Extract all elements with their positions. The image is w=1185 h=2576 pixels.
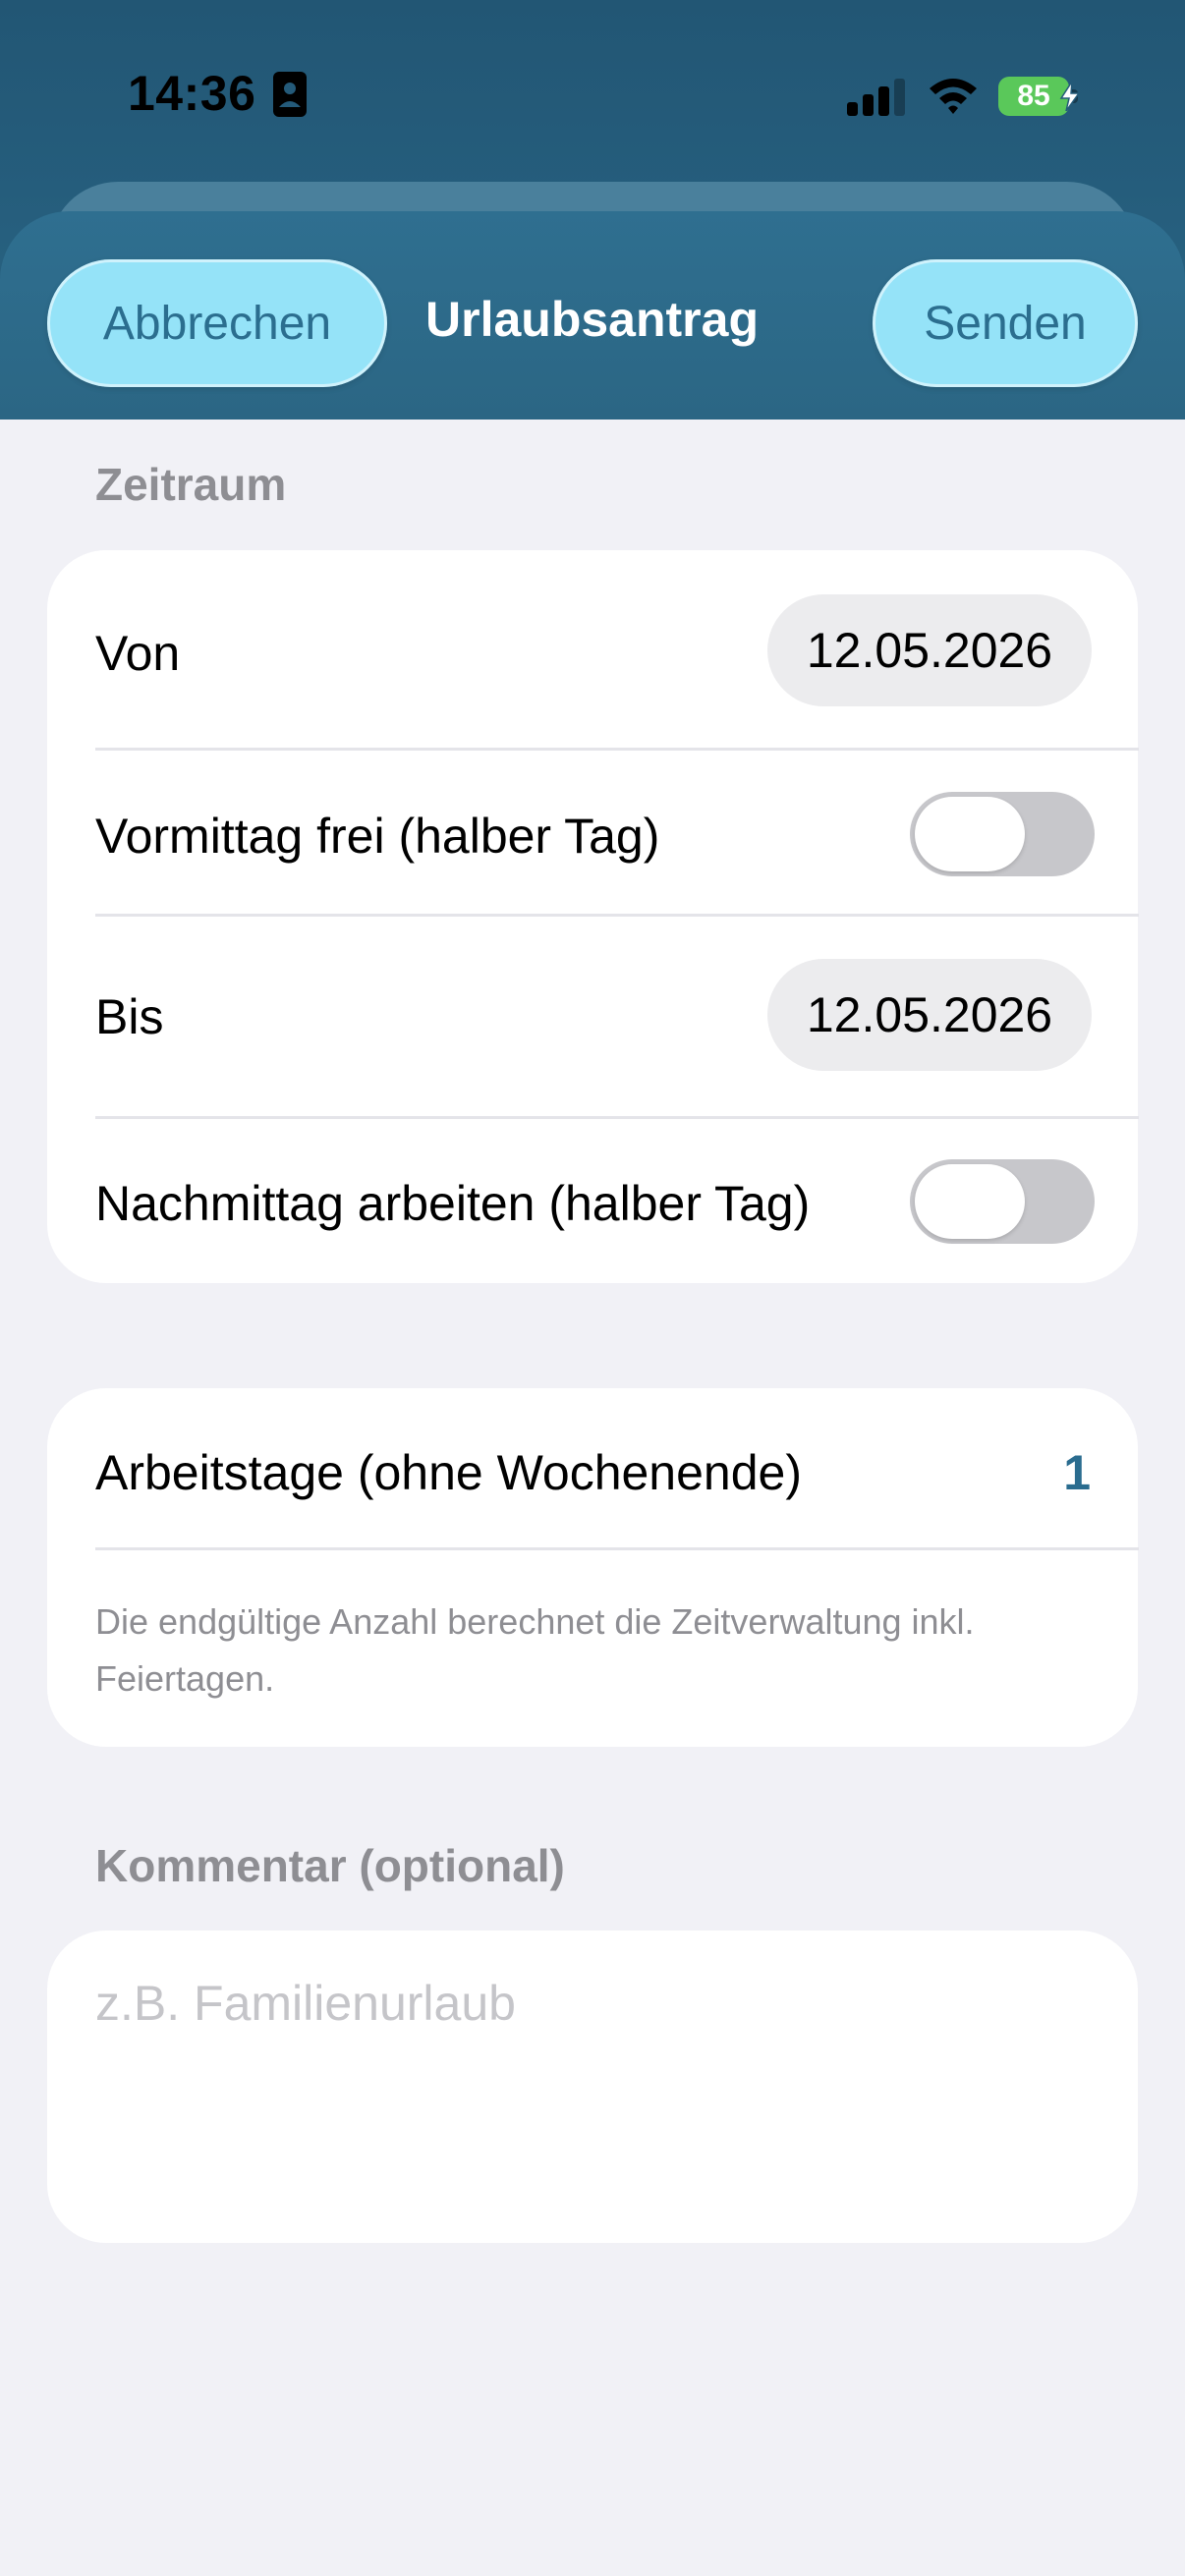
send-button[interactable]: Senden	[873, 259, 1138, 387]
from-label: Von	[95, 626, 181, 681]
comment-textarea[interactable]	[95, 1975, 1088, 2211]
toggle-knob	[915, 797, 1025, 871]
to-row: Bis 12.05.2026	[47, 917, 1138, 1116]
morning-off-toggle[interactable]	[910, 792, 1095, 876]
period-card: Von 12.05.2026 Vormittag frei (halber Ta…	[47, 550, 1139, 1283]
from-date-picker[interactable]: 12.05.2026	[767, 594, 1092, 706]
charging-bolt-icon	[1059, 82, 1081, 111]
workdays-count: 1	[1063, 1445, 1091, 1500]
header: 14:36 85 Abbrechen Urlaubsantrag Senden	[0, 0, 1185, 420]
page-title: Urlaubsantrag	[425, 292, 759, 347]
afternoon-work-row: Nachmittag arbeiten (halber Tag)	[47, 1119, 1138, 1283]
afternoon-work-label: Nachmittag arbeiten (halber Tag)	[95, 1176, 811, 1231]
morning-off-row: Vormittag frei (halber Tag)	[47, 751, 1138, 916]
status-time: 14:36	[128, 66, 256, 121]
period-section-title: Zeitraum	[95, 459, 287, 510]
toggle-knob	[915, 1164, 1025, 1239]
morning-off-label: Vormittag frei (halber Tag)	[95, 809, 660, 864]
to-date-picker[interactable]: 12.05.2026	[767, 959, 1092, 1071]
id-card-icon	[273, 72, 307, 117]
workdays-footnote: Die endgültige Anzahl berechnet die Zeit…	[95, 1601, 975, 1699]
cancel-button[interactable]: Abbrechen	[47, 259, 387, 387]
vacation-request-screen: 14:36 85 Abbrechen Urlaubsantrag Senden	[0, 0, 1185, 2576]
afternoon-work-toggle[interactable]	[910, 1159, 1095, 1244]
comment-section-title: Kommentar (optional)	[95, 1840, 565, 1891]
workdays-row: Arbeitstage (ohne Wochenende) 1	[47, 1388, 1138, 1547]
battery-indicator: 85	[998, 77, 1083, 116]
divider	[95, 1547, 1139, 1550]
workdays-card: Arbeitstage (ohne Wochenende) 1 Die endg…	[47, 1388, 1139, 1747]
cellular-signal-icon	[847, 79, 905, 116]
workdays-label: Arbeitstage (ohne Wochenende)	[95, 1445, 802, 1500]
comment-card	[47, 1931, 1138, 2243]
wifi-icon	[930, 79, 977, 114]
to-label: Bis	[95, 989, 164, 1044]
from-row: Von 12.05.2026	[47, 550, 1138, 750]
